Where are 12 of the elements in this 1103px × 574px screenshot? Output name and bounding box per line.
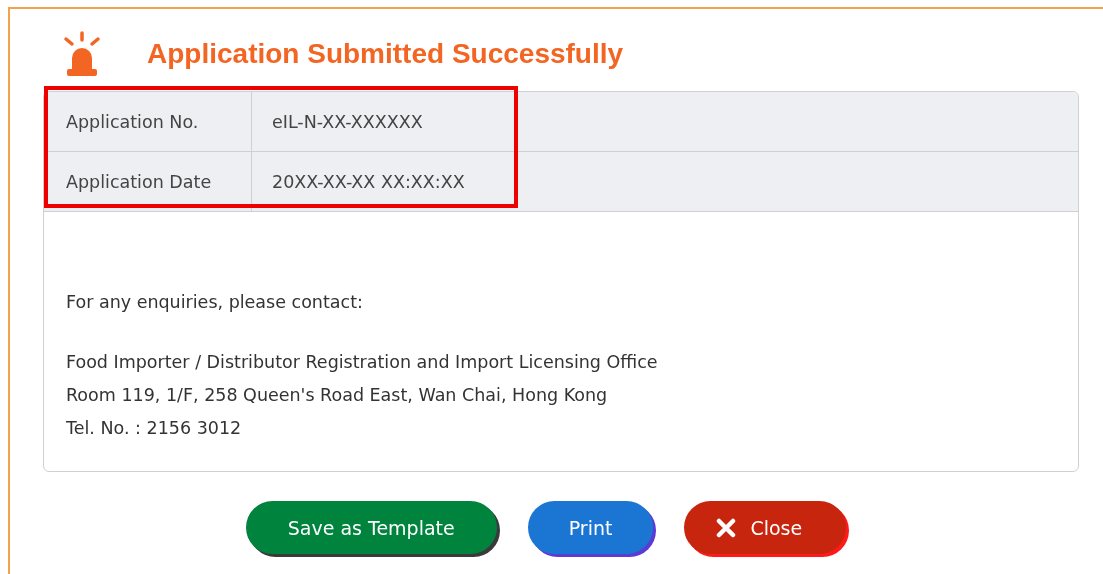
enquiry-text: For any enquiries, please contact:: [66, 291, 364, 314]
contact-line: Food Importer / Distributor Registration and Import Licensing Office: [66, 351, 659, 374]
field-label: Application Date: [44, 152, 252, 211]
contact-line: Tel. No. : 2156 3012: [66, 417, 243, 440]
save-button[interactable]: Save as Template: [245, 501, 497, 554]
field-value: eIL-N-XX-XXXXXX: [271, 110, 424, 134]
field-value: 20XX-XX-XX XX:XX:XX: [271, 170, 466, 194]
print-button[interactable]: Print: [527, 501, 654, 554]
contact-line: Room 119, 1/F, 258 Queen's Road East, Wan Chai, Hong Kong: [66, 384, 609, 407]
dialog-title: Application Submitted Successfully: [147, 38, 624, 70]
close-button[interactable]: Close: [684, 501, 847, 554]
field-label: Application No.: [44, 92, 252, 151]
